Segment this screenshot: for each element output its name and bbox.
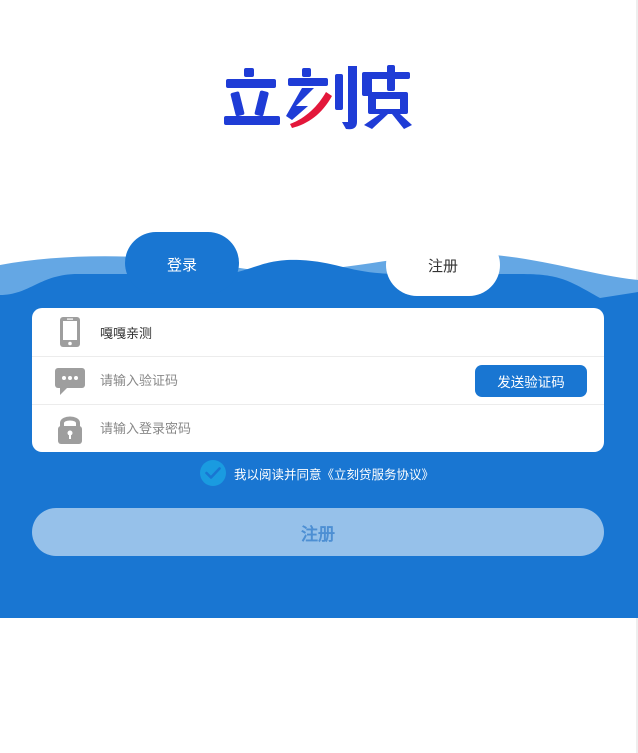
- tab-register-label: 注册: [427, 256, 458, 275]
- register-submit-button[interactable]: 注册: [32, 508, 604, 556]
- phone-icon: [54, 316, 86, 348]
- tab-login[interactable]: 登录: [125, 232, 239, 294]
- tab-login-label: 登录: [166, 255, 197, 274]
- send-code-button[interactable]: 发送验证码: [475, 365, 587, 397]
- sms-code-field[interactable]: [100, 370, 430, 392]
- tab-register[interactable]: 注册: [386, 234, 500, 296]
- agreement: 我以阅读并同意《立刻贷服务协议》: [200, 460, 434, 486]
- sms-code-row: 发送验证码: [32, 356, 604, 404]
- register-form: 发送验证码: [32, 308, 604, 452]
- message-icon: [54, 365, 86, 397]
- phone-field[interactable]: [100, 321, 460, 343]
- password-row: [32, 404, 604, 452]
- logo: [222, 62, 414, 132]
- lock-icon: [54, 413, 86, 445]
- checkmark-icon: [205, 467, 221, 479]
- agree-checkbox[interactable]: [200, 460, 226, 486]
- password-field[interactable]: [100, 418, 460, 440]
- agreement-text[interactable]: 我以阅读并同意《立刻贷服务协议》: [234, 464, 434, 483]
- register-page: 登录 注册 嘎嘎亲测 请输入验证码 发送验证码 我以阅读并同意《立刻贷服务协议》…: [0, 0, 638, 753]
- phone-row: [32, 308, 604, 356]
